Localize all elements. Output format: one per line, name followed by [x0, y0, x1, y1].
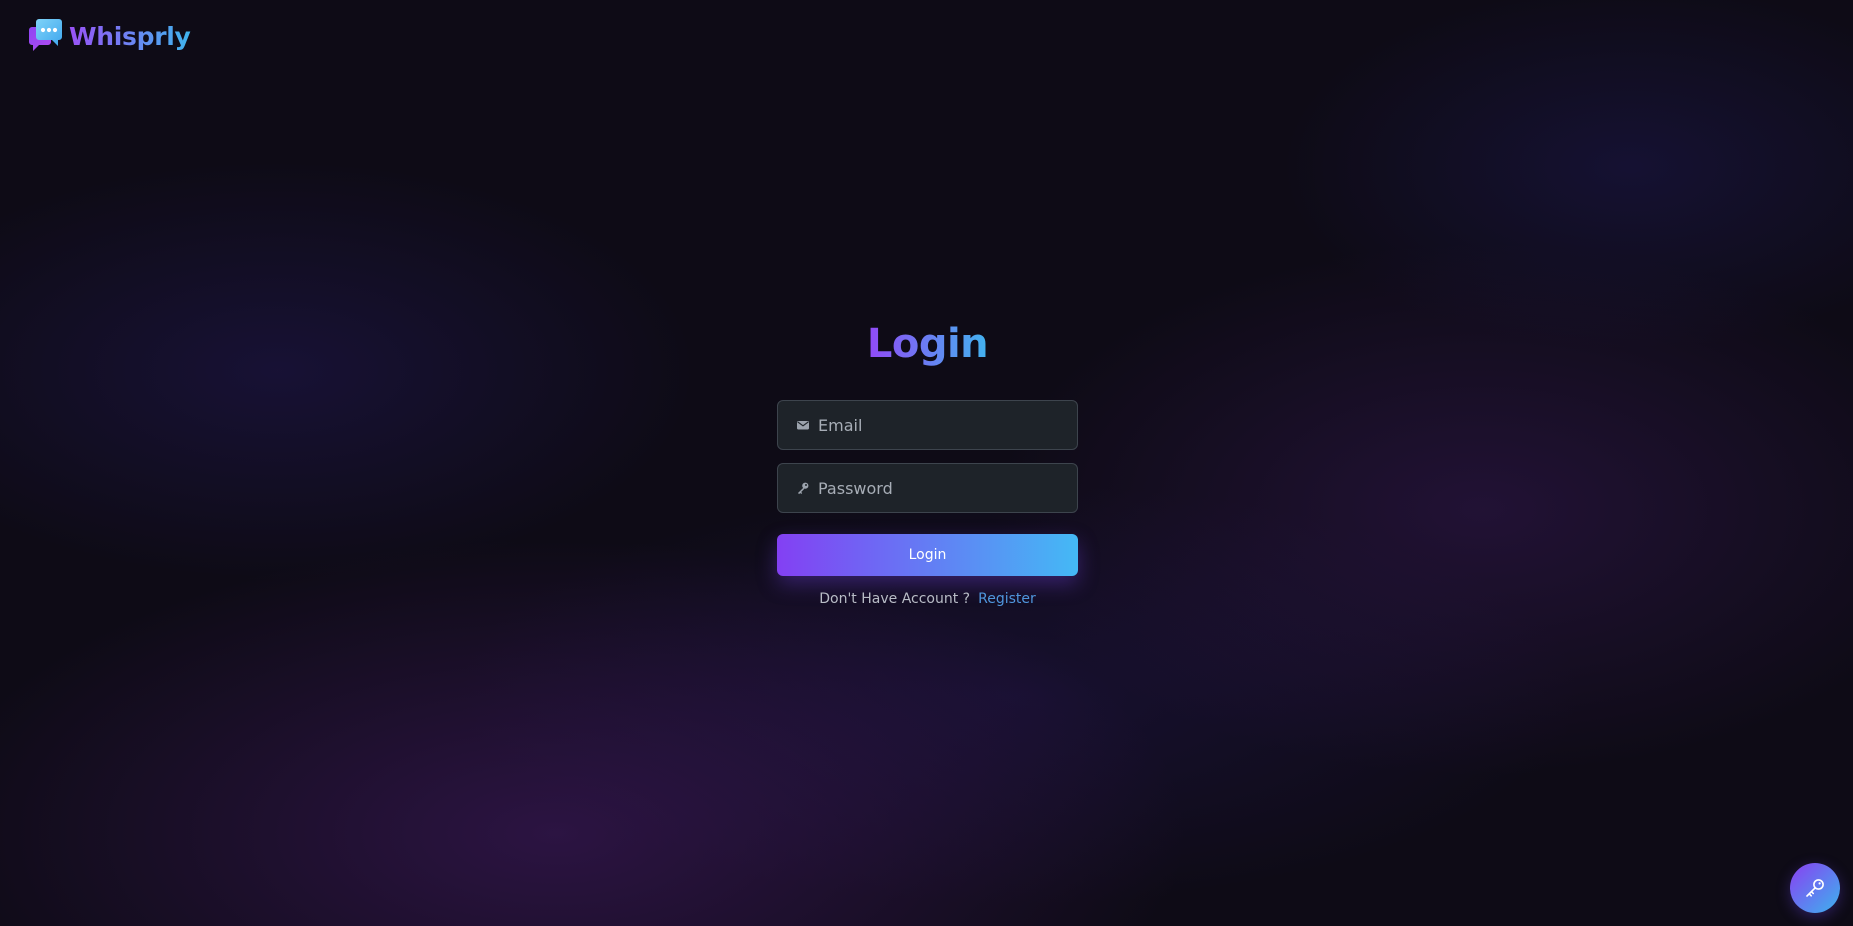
login-button[interactable]: Login [777, 534, 1078, 576]
envelope-icon [797, 421, 809, 430]
login-form: Login Login Don't Have Account ? Registe… [777, 318, 1078, 607]
register-link[interactable]: Register [978, 591, 1036, 607]
page-title: Login [867, 318, 989, 370]
brand-name: Whisprly [69, 21, 191, 51]
password-field[interactable] [777, 463, 1078, 513]
email-field[interactable] [777, 400, 1078, 450]
key-icon [1806, 879, 1824, 897]
register-prompt: Don't Have Account ? [819, 591, 971, 607]
key-icon [798, 482, 809, 495]
chat-bubbles-icon [29, 19, 62, 51]
key-fab-button[interactable] [1790, 863, 1840, 913]
password-input[interactable] [818, 464, 1077, 512]
register-row: Don't Have Account ? Register [819, 591, 1036, 607]
email-input[interactable] [818, 401, 1077, 449]
brand[interactable]: Whisprly [29, 18, 191, 54]
